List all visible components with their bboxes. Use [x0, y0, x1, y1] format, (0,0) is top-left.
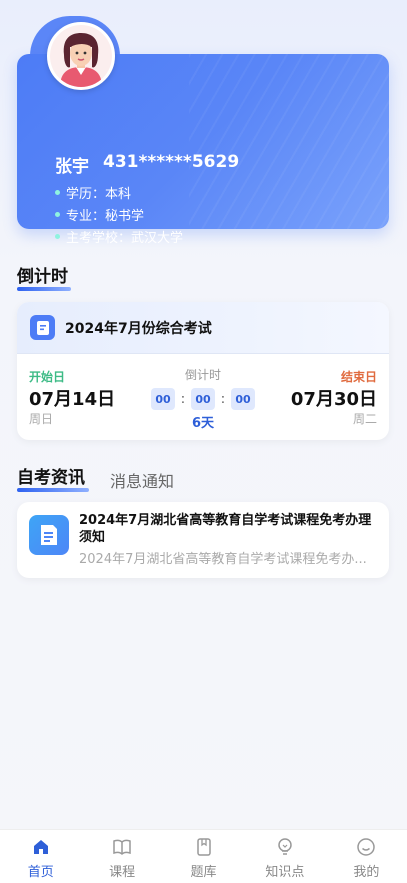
news-preview: 2024年7月湖北省高等教育自学考试课程免考办...: [79, 552, 367, 567]
avatar[interactable]: [47, 22, 115, 90]
timer-hours: 00: [151, 388, 175, 410]
exam-title: 2024年7月份综合考试: [65, 320, 212, 337]
bulb-icon: [278, 838, 292, 855]
book-icon: [113, 839, 131, 856]
title-underline: [17, 287, 71, 291]
days-remaining: 6天: [191, 416, 215, 431]
tab-self-study-news[interactable]: 自考资讯: [17, 463, 89, 492]
bullet-dot: [55, 212, 60, 217]
profile-info-list: 学历：本科 专业：秘书学 主考学校：武汉大学: [55, 184, 183, 250]
nav-home[interactable]: 首页: [0, 830, 81, 883]
bullet-dot: [55, 190, 60, 195]
nav-knowledge[interactable]: 知识点: [244, 830, 325, 883]
user-id-number: 431******5629: [103, 152, 240, 172]
nav-question-bank[interactable]: 题库: [163, 830, 244, 883]
tab-notifications[interactable]: 消息通知: [110, 468, 174, 492]
countdown-card[interactable]: 2024年7月份综合考试 开始日 07月14日 周日 倒计时 00 : 00 :…: [17, 302, 389, 440]
user-name: 张宇: [55, 157, 89, 177]
news-title: 2024年7月湖北省高等教育自学考试课程免考办理须知: [79, 513, 372, 545]
bullet-dot: [55, 234, 60, 239]
countdown-card-header: 2024年7月份综合考试: [17, 302, 389, 354]
tab-underline: [17, 488, 89, 492]
nav-profile[interactable]: 我的: [326, 830, 407, 883]
end-label: 结束日: [340, 370, 377, 384]
countdown-timer: 00 : 00 : 00: [151, 388, 255, 410]
name-row: 张宇 431******5629: [55, 152, 239, 177]
nav-courses[interactable]: 课程: [81, 830, 162, 883]
end-date: 07月30日: [290, 389, 377, 410]
countdown-label: 倒计时: [184, 368, 221, 382]
school-item: 主考学校：武汉大学: [55, 228, 183, 250]
major-item: 专业：秘书学: [55, 206, 183, 228]
timer-minutes: 00: [191, 388, 215, 410]
question-bank-icon: [196, 838, 211, 856]
home-icon: [33, 840, 48, 854]
news-list-item[interactable]: 2024年7月湖北省高等教育自学考试课程免考办理须知 2024年7月湖北省高等教…: [17, 502, 389, 578]
end-weekday: 周二: [352, 412, 377, 426]
avatar-woman-icon: [50, 25, 112, 87]
timer-seconds: 00: [231, 388, 255, 410]
countdown-section-title: 倒计时: [17, 262, 71, 291]
bottom-nav: 首页 课程 题库 知识点 我的: [0, 829, 407, 883]
education-item: 学历：本科: [55, 184, 183, 206]
start-date: 07月14日: [29, 389, 116, 410]
news-doc-icon: [29, 515, 69, 555]
document-icon: [30, 315, 55, 340]
smile-icon: [357, 838, 376, 856]
